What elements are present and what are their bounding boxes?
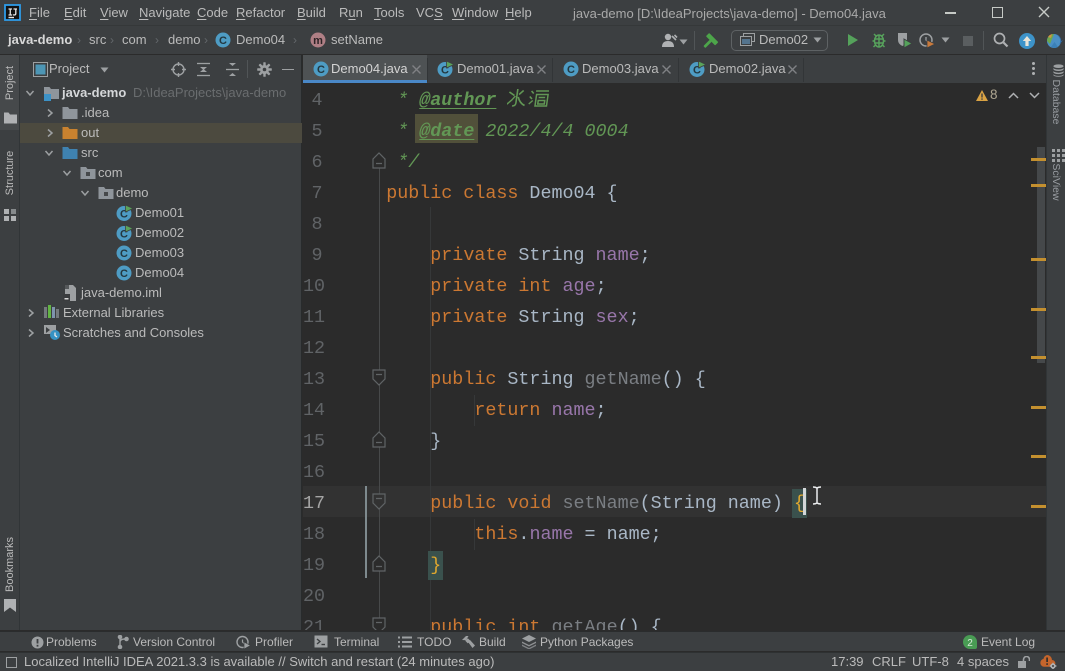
svg-text:m: m xyxy=(313,35,323,47)
svg-text:C: C xyxy=(317,64,325,76)
svg-text:C: C xyxy=(567,64,575,76)
svg-text:2: 2 xyxy=(967,638,973,649)
svg-text:C: C xyxy=(120,248,128,260)
svg-text:C: C xyxy=(219,35,227,47)
svg-text:C: C xyxy=(120,268,128,280)
